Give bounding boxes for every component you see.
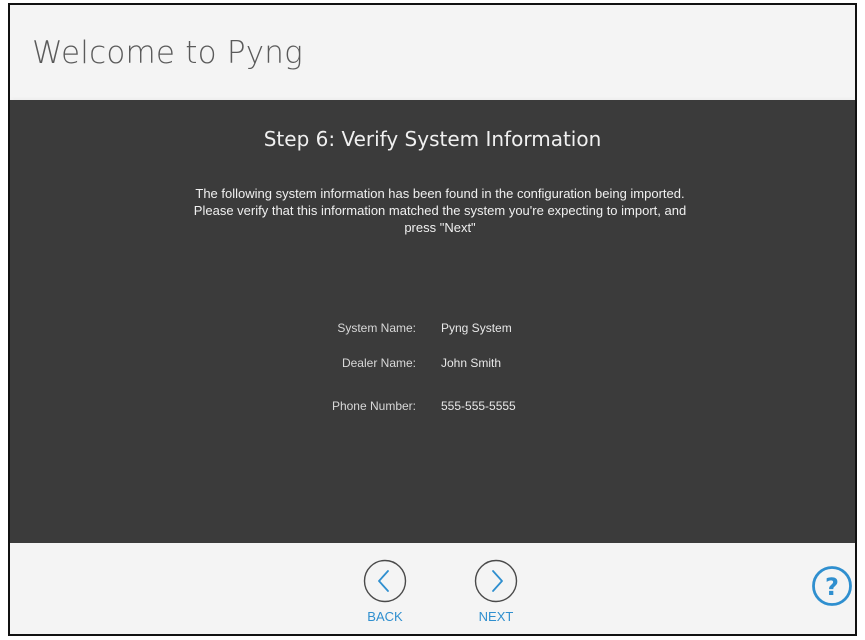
dealer-name-label: Dealer Name: [341,356,416,370]
svg-text:?: ? [825,573,839,601]
next-label: NEXT [478,609,514,624]
footer-nav: BACK NEXT ? [10,543,855,634]
system-name-value: Pyng System [441,321,512,335]
question-mark-icon[interactable]: ? [811,565,853,607]
back-button[interactable]: BACK [363,559,413,634]
phone-number-label: Phone Number: [331,399,416,413]
dealer-name-value: John Smith [441,356,502,370]
info-row-dealer-name: Dealer Name: John Smith [10,356,855,374]
header: Welcome to Pyng [10,5,855,100]
chevron-right-icon [474,559,518,603]
back-label: BACK [367,609,403,624]
phone-number-value: 555-555-5555 [441,399,516,413]
system-name-label: System Name: [337,321,416,335]
info-row-system-name: System Name: Pyng System [10,321,855,339]
step-title: Step 6: Verify System Information [263,127,602,151]
content-panel: Step 6: Verify System Information The fo… [10,100,855,543]
info-row-phone-number: Phone Number: 555-555-5555 [10,399,855,417]
chevron-left-icon [363,559,407,603]
page-title: Welcome to Pyng [32,35,303,71]
app-window: Welcome to Pyng Step 6: Verify System In… [8,3,857,636]
next-button[interactable]: NEXT [474,559,524,634]
step-description: The following system information has bee… [193,186,687,235]
